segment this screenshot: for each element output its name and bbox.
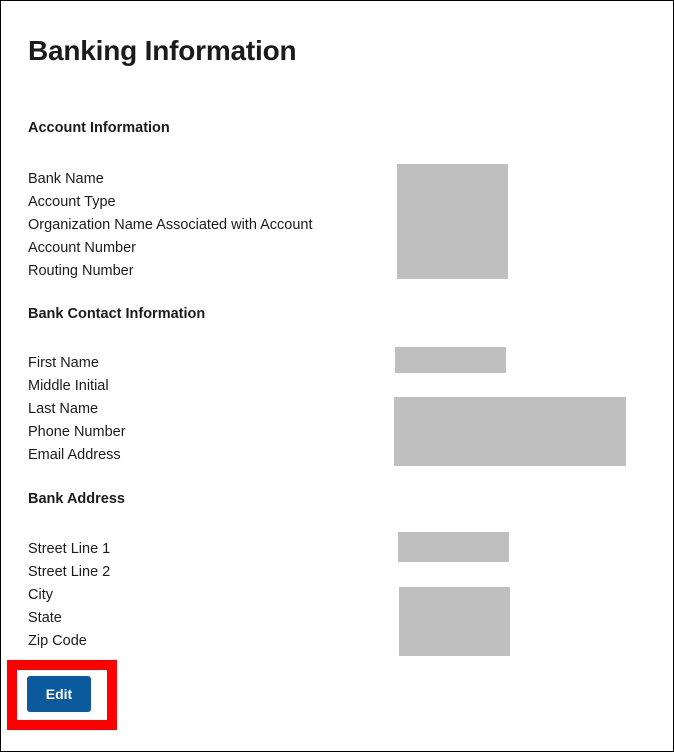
label-state: State: [28, 610, 62, 626]
redacted-first-name-value: [395, 347, 506, 373]
page-title: Banking Information: [28, 35, 297, 66]
redacted-street-value: [398, 532, 509, 562]
label-account-number: Account Number: [28, 240, 136, 256]
bank-address-labels: Street Line 1 Street Line 2 City State Z…: [28, 538, 110, 653]
label-first-name: First Name: [28, 355, 99, 371]
label-routing-number: Routing Number: [28, 263, 134, 279]
bank-contact-labels: First Name Middle Initial Last Name Phon…: [28, 352, 126, 467]
redacted-address-values: [399, 587, 510, 656]
account-information-labels: Bank Name Account Type Organization Name…: [28, 168, 313, 283]
label-middle-initial: Middle Initial: [28, 378, 109, 394]
label-street-line-2: Street Line 2: [28, 564, 111, 580]
redacted-contact-values: [394, 397, 626, 466]
label-phone-number: Phone Number: [28, 424, 126, 440]
section-heading-bank-contact-information: Bank Contact Information: [28, 306, 206, 322]
edit-button[interactable]: Edit: [27, 676, 91, 712]
label-last-name: Last Name: [28, 401, 99, 417]
section-heading-account-information: Account Information: [28, 120, 170, 136]
redacted-account-values: [397, 164, 508, 279]
label-organization-name: Organization Name Associated with Accoun…: [28, 217, 313, 233]
label-account-type: Account Type: [28, 194, 116, 210]
section-heading-bank-address: Bank Address: [28, 491, 125, 507]
label-street-line-1: Street Line 1: [28, 541, 111, 557]
label-city: City: [28, 587, 53, 603]
label-email-address: Email Address: [28, 447, 121, 463]
banking-information-panel: Banking Information Account Information …: [0, 0, 674, 752]
label-bank-name: Bank Name: [28, 171, 104, 187]
label-zip-code: Zip Code: [28, 633, 87, 649]
